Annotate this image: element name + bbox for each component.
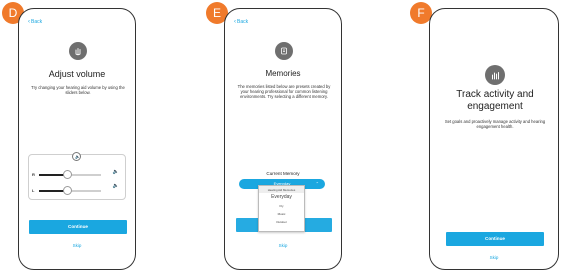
back-button[interactable]: ‹ Back bbox=[234, 18, 249, 26]
current-memory-label: Current Memory bbox=[266, 171, 300, 176]
menu-item-music[interactable]: Music bbox=[259, 212, 304, 216]
page-title: Track activity and engagement bbox=[456, 89, 534, 112]
back-label: Back bbox=[237, 19, 249, 25]
continue-button[interactable]: Continue bbox=[29, 220, 127, 234]
speaker-icon: 🔈 bbox=[112, 183, 119, 189]
speaker-icon: 🔈 bbox=[75, 154, 80, 159]
menu-item-everyday[interactable]: Everyday bbox=[259, 194, 304, 200]
memories-icon bbox=[275, 42, 293, 60]
left-slider-handle[interactable] bbox=[63, 186, 72, 195]
volume-toggle-button[interactable]: 🔈 bbox=[72, 152, 81, 161]
left-ear-label: L bbox=[32, 188, 35, 193]
bar-chart-icon bbox=[485, 65, 505, 85]
phone-adjust-volume: ‹ Back Adjust volume Try changing your h… bbox=[18, 8, 136, 270]
page-title: Memories bbox=[265, 69, 301, 78]
volume-slider-panel: 🔈 🔈 🔈 R L bbox=[28, 152, 126, 200]
page-description: Set goals and proactively manage activit… bbox=[444, 119, 546, 129]
right-ear-label: R bbox=[32, 172, 35, 177]
chevron-left-icon: ‹ bbox=[28, 18, 30, 25]
phone-track-activity: Track activity and engagement Set goals … bbox=[429, 8, 559, 270]
chevron-left-icon: ‹ bbox=[234, 18, 236, 25]
phone-memories: ‹ Back Memories The memories listed belo… bbox=[224, 8, 342, 270]
menu-header: Hearing Aid Memories bbox=[259, 186, 304, 193]
memory-options-menu: Hearing Aid Memories Everyday Fly Music … bbox=[258, 185, 305, 232]
speaker-icon: 🔈 bbox=[112, 169, 119, 175]
page-description: Try changing your hearing aid volume by … bbox=[31, 85, 125, 95]
skip-link[interactable]: Skip bbox=[430, 255, 558, 260]
hand-wave-icon bbox=[69, 42, 87, 60]
back-button[interactable]: ‹ Back bbox=[28, 18, 43, 26]
page-description: The memories listed below are presets cr… bbox=[237, 84, 331, 99]
continue-button[interactable]: Continue bbox=[446, 232, 544, 246]
skip-link[interactable]: Skip bbox=[19, 243, 135, 248]
page-title: Adjust volume bbox=[48, 69, 106, 79]
back-label: Back bbox=[31, 19, 43, 25]
chevron-up-icon: ⌃ bbox=[315, 181, 319, 186]
menu-item-outdoor[interactable]: Outdoor bbox=[259, 220, 304, 224]
menu-item-fly[interactable]: Fly bbox=[259, 204, 304, 208]
skip-link[interactable]: Skip bbox=[225, 243, 341, 248]
right-slider-handle[interactable] bbox=[63, 170, 72, 179]
